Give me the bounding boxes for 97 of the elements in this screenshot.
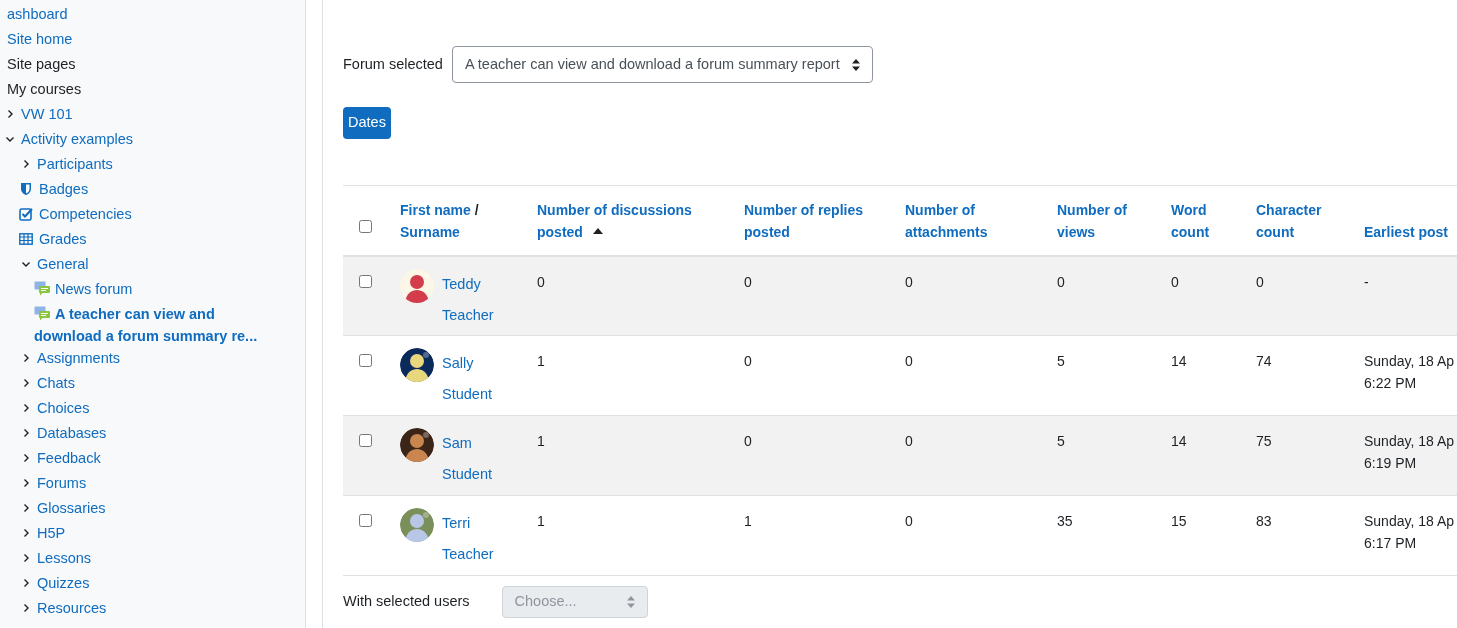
table-cell: 0 <box>905 353 913 369</box>
chevron-right-icon[interactable] <box>21 578 31 588</box>
tree-link[interactable]: Resources <box>37 597 107 619</box>
tree-link[interactable]: VW 101 <box>21 103 73 125</box>
tree-link[interactable]: General <box>37 253 89 275</box>
forum-select-label: Forum selected <box>343 54 443 74</box>
table-cell: 0 <box>1057 273 1065 290</box>
user-name-link[interactable]: Terri Teacher <box>442 508 494 570</box>
dates-button[interactable]: Dates <box>343 107 391 139</box>
table-cell: Sunday, 18 Ap 6:19 PM <box>1364 433 1455 471</box>
row-checkbox[interactable] <box>359 274 372 288</box>
chevron-right-icon[interactable] <box>21 453 31 463</box>
table-cell: 14 <box>1171 433 1187 449</box>
column-header[interactable]: Number of attachments <box>905 198 1043 243</box>
chat-bubbles-icon <box>34 306 51 322</box>
row-checkbox[interactable] <box>359 514 372 527</box>
table-cell: 0 <box>1256 273 1264 290</box>
table-cell: Sunday, 18 Ap 6:17 PM <box>1364 513 1455 551</box>
tree-link[interactable]: Badges <box>39 178 89 200</box>
table-cell: 0 <box>905 513 913 529</box>
tree-link[interactable]: Assignments <box>37 347 120 369</box>
tree-link[interactable]: Competencies <box>39 203 132 225</box>
table-cell: 0 <box>537 273 545 290</box>
table-cell: 35 <box>1057 513 1073 529</box>
forum-link[interactable]: A teacher can view and download a forum summary re... <box>34 303 281 347</box>
tree-link[interactable]: Quizzes <box>37 572 90 594</box>
checkbox-icon <box>19 207 33 221</box>
tree-link[interactable]: Choices <box>37 397 90 419</box>
chat-bubbles-icon <box>34 281 51 297</box>
table-cell: 74 <box>1256 353 1272 369</box>
column-header[interactable]: Character count <box>1256 198 1350 243</box>
chevron-right-icon[interactable] <box>21 378 31 388</box>
sort-arrows-icon <box>626 596 635 608</box>
table-cell: 5 <box>1057 353 1065 369</box>
table-cell: - <box>1364 273 1369 290</box>
table-cell: 1 <box>537 433 545 449</box>
tree-link[interactable]: Activity examples <box>21 128 133 150</box>
tree-link[interactable]: Participants <box>37 153 113 175</box>
tree-link[interactable]: Databases <box>37 422 107 444</box>
chevron-right-icon[interactable] <box>21 603 31 613</box>
chevron-right-icon[interactable] <box>21 159 31 169</box>
chevron-right-icon[interactable] <box>21 478 31 488</box>
separator-slash: / <box>474 201 479 218</box>
table-cell: 14 <box>1171 353 1187 369</box>
column-header[interactable]: Number of replies posted <box>744 198 891 243</box>
bulk-action-label: With selected users <box>343 592 470 612</box>
tree-link[interactable]: Glossaries <box>37 497 106 519</box>
chevron-right-icon[interactable] <box>21 528 31 538</box>
table-cell: Sunday, 18 Ap 6:22 PM <box>1364 353 1455 391</box>
column-header[interactable]: Earliest post <box>1364 220 1457 243</box>
forum-select[interactable]: A teacher can view and download a forum summary report <box>451 46 873 83</box>
column-header[interactable]: Number of views <box>1057 198 1157 243</box>
user-name-link[interactable]: Sam Student <box>442 428 492 490</box>
table-cell: 0 <box>744 273 752 290</box>
table-cell: 0 <box>744 433 752 449</box>
table-cell: 0 <box>905 433 913 449</box>
forum-link[interactable]: News forum <box>34 278 133 300</box>
chevron-right-icon[interactable] <box>21 428 31 438</box>
chevron-down-icon[interactable] <box>21 259 31 269</box>
column-header[interactable]: Number of discussions posted <box>537 198 730 243</box>
tree-link[interactable]: H5P <box>37 522 66 544</box>
tree-link[interactable]: ashboard <box>7 3 68 25</box>
tree-label[interactable]: My courses <box>7 78 82 100</box>
tree-link[interactable]: Grades <box>39 228 87 250</box>
chevron-right-icon[interactable] <box>21 503 31 513</box>
tree-link[interactable]: Lessons <box>37 547 91 569</box>
chevron-right-icon[interactable] <box>21 353 31 363</box>
table-cell: 5 <box>1057 433 1065 449</box>
table-cell: 1 <box>537 353 545 369</box>
tree-link[interactable]: Feedback <box>37 447 101 469</box>
chevron-right-icon[interactable] <box>5 109 15 119</box>
table-cell: 0 <box>905 273 913 290</box>
shield-icon <box>20 182 32 196</box>
chevron-right-icon[interactable] <box>21 553 31 563</box>
tree-link[interactable]: Chats <box>37 372 75 394</box>
tree-label[interactable]: Site pages <box>7 53 76 75</box>
table-cell: 83 <box>1256 513 1272 529</box>
row-checkbox[interactable] <box>359 354 372 367</box>
table-cell: 75 <box>1256 433 1272 449</box>
table-icon <box>19 233 33 245</box>
user-name-link[interactable]: Teddy Teacher <box>442 268 494 331</box>
table-cell: 15 <box>1171 513 1187 529</box>
table-cell: 0 <box>1171 273 1179 290</box>
column-header[interactable]: Word count <box>1171 198 1242 243</box>
row-checkbox[interactable] <box>359 219 372 233</box>
sort-link[interactable]: Surname <box>400 223 460 240</box>
chevron-down-icon[interactable] <box>5 134 15 144</box>
tree-link[interactable]: Site home <box>7 28 73 50</box>
row-checkbox[interactable] <box>359 434 372 447</box>
table-cell: 0 <box>744 353 752 369</box>
sort-arrows-icon <box>851 58 860 71</box>
table-cell: 1 <box>744 513 752 529</box>
tree-link[interactable]: Forums <box>37 472 87 494</box>
sort-link[interactable]: First name <box>400 201 471 218</box>
chevron-right-icon[interactable] <box>21 403 31 413</box>
table-cell: 1 <box>537 513 545 529</box>
user-name-link[interactable]: Sally Student <box>442 348 492 410</box>
